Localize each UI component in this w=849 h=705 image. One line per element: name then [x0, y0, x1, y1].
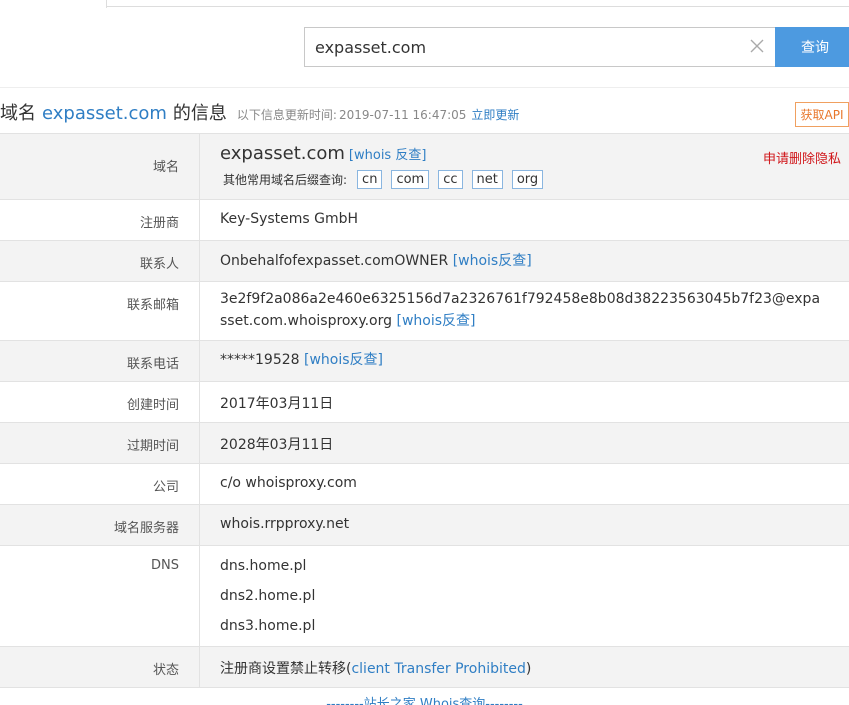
domain-name: expasset.com [220, 143, 345, 164]
title-prefix: 域名 [0, 103, 36, 124]
row-value: 注册商设置禁止转移(client Transfer Prohibited) [200, 647, 849, 687]
table-row-company: 公司 c/o whoisproxy.com [0, 464, 849, 505]
dns-item: dns.home.pl [220, 558, 307, 574]
suffix-chip-cc[interactable]: cc [438, 170, 463, 189]
table-row-contact: 联系人 Onbehalfofexpasset.comOWNER [whois反查… [0, 241, 849, 282]
row-label: 注册商 [0, 200, 200, 240]
contact-whois-reverse-link[interactable]: [whois反查] [453, 253, 532, 269]
status-link[interactable]: client Transfer Prohibited [351, 661, 525, 677]
suffix-label: 其他常用域名后缀查询: [223, 173, 348, 187]
table-row-dns: DNS dns.home.pl dns2.home.pl dns3.home.p… [0, 546, 849, 647]
clear-icon[interactable] [748, 37, 766, 55]
row-label: 联系人 [0, 241, 200, 281]
row-label: 域名服务器 [0, 505, 200, 545]
dns-item: dns3.home.pl [220, 618, 316, 634]
get-api-button[interactable]: 获取API [795, 102, 849, 127]
update-time: 2019-07-11 16:47:05 [338, 108, 467, 122]
search-button[interactable]: 查询 [775, 27, 849, 67]
title-suffix: 的信息 [172, 103, 227, 124]
suffix-chip-cn[interactable]: cn [357, 170, 383, 189]
phone-value: *****19528 [220, 352, 300, 368]
table-row-created: 创建时间 2017年03月11日 [0, 382, 849, 423]
tab-strip [0, 0, 849, 7]
expires-value: 2028年03月11日 [220, 437, 334, 453]
nameserver-value: whois.rrpproxy.net [220, 516, 350, 532]
row-value: *****19528 [whois反查] [200, 341, 849, 381]
suffix-query-line: 其他常用域名后缀查询: cn com cc net org [220, 170, 829, 189]
suffix-chip-org[interactable]: org [511, 170, 544, 189]
update-label: 以下信息更新时间: [236, 108, 337, 122]
search-box [304, 27, 776, 67]
email-whois-reverse-link[interactable]: [whois反查] [396, 313, 475, 329]
email-value: 3e2f9f2a086a2e460e6325156d7a2326761f7924… [220, 291, 821, 329]
dns-item: dns2.home.pl [220, 588, 316, 604]
table-row-domain: 域名 expasset.com [whois 反查] 申请删除隐私 其他常用域名后… [0, 134, 849, 200]
row-label: 过期时间 [0, 423, 200, 463]
row-value: Onbehalfofexpasset.comOWNER [whois反查] [200, 241, 849, 281]
row-label: 创建时间 [0, 382, 200, 422]
row-label: 联系电话 [0, 341, 200, 381]
whois-reverse-link[interactable]: [whois 反查] [349, 148, 427, 163]
row-value: expasset.com [whois 反查] 申请删除隐私 其他常用域名后缀查询… [200, 134, 849, 199]
status-suffix: ) [525, 661, 532, 677]
table-row-expires: 过期时间 2028年03月11日 [0, 423, 849, 464]
row-label: 域名 [0, 134, 200, 199]
suffix-chip-com[interactable]: com [391, 170, 430, 189]
delete-privacy-link[interactable]: 申请删除隐私 [763, 148, 841, 167]
search-input[interactable] [305, 28, 735, 66]
created-value: 2017年03月11日 [220, 396, 334, 412]
whois-info-table: 域名 expasset.com [whois 反查] 申请删除隐私 其他常用域名后… [0, 133, 849, 688]
status-prefix: 注册商设置禁止转移( [220, 661, 352, 677]
row-label: 公司 [0, 464, 200, 504]
update-now-link[interactable]: 立即更新 [471, 106, 519, 123]
contact-value: Onbehalfofexpasset.comOWNER [220, 253, 449, 269]
phone-whois-reverse-link[interactable]: [whois反查] [304, 352, 383, 368]
suffix-chip-net[interactable]: net [471, 170, 503, 189]
company-value: c/o whoisproxy.com [220, 475, 357, 491]
table-row-nameserver: 域名服务器 whois.rrpproxy.net [0, 505, 849, 546]
row-label: DNS [0, 546, 200, 646]
table-row-registrar: 注册商 Key-Systems GmbH [0, 200, 849, 241]
table-row-phone: 联系电话 *****19528 [whois反查] [0, 341, 849, 382]
registrar-value: Key-Systems GmbH [220, 211, 359, 227]
separator [0, 87, 849, 88]
page-title: 域名 expasset.com 的信息 以下信息更新时间: 2019-07-11… [0, 99, 519, 129]
tab-active[interactable] [0, 0, 107, 8]
dns-list: dns.home.pl dns2.home.pl dns3.home.pl [200, 546, 849, 646]
row-label: 状态 [0, 647, 200, 687]
row-value: 3e2f9f2a086a2e460e6325156d7a2326761f7924… [200, 282, 849, 340]
table-row-status: 状态 注册商设置禁止转移(client Transfer Prohibited) [0, 647, 849, 688]
row-label: 联系邮箱 [0, 282, 200, 340]
title-domain: expasset.com [42, 103, 167, 124]
table-row-email: 联系邮箱 3e2f9f2a086a2e460e6325156d7a2326761… [0, 282, 849, 341]
footer-text[interactable]: --------站长之家 Whois查询-------- [0, 693, 849, 705]
